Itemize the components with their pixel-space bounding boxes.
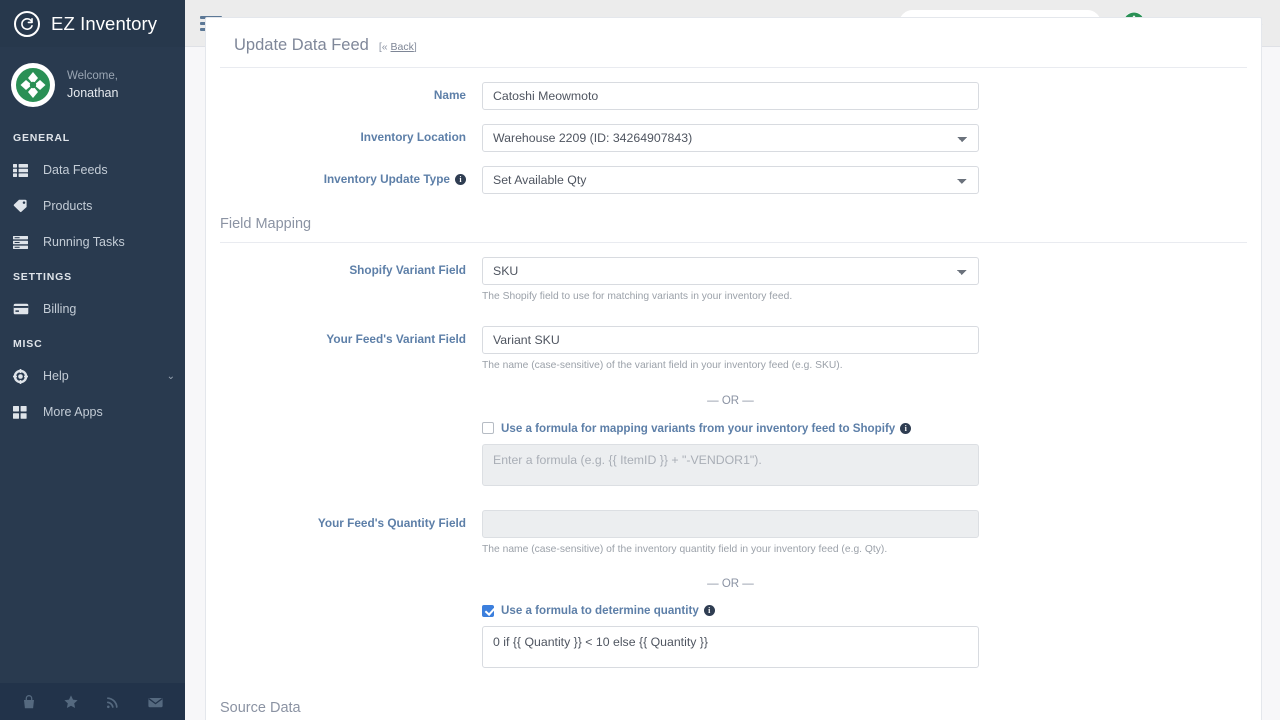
grid-apps-icon — [13, 404, 31, 420]
feed-variant-field-helper: The name (case-sensitive) of the variant… — [482, 360, 843, 372]
sidebar-item-label: Billing — [43, 302, 77, 316]
form-row-shopify-variant-field: Shopify Variant Field SKU The Shopify fi… — [206, 257, 1261, 304]
sidebar-item-billing[interactable]: Billing — [0, 291, 185, 327]
brand-title: EZ Inventory — [51, 12, 158, 34]
welcome-username: Jonathan — [67, 86, 119, 101]
info-icon[interactable]: i — [455, 174, 466, 186]
source-data-section-title: Source Data — [220, 700, 1247, 720]
welcome-greeting: Welcome, — [67, 69, 118, 82]
tag-icon — [13, 198, 31, 214]
sidebar-item-products[interactable]: Products — [0, 188, 185, 224]
avatar — [11, 63, 55, 107]
quantity-formula-checkbox[interactable] — [482, 604, 494, 617]
quantity-formula-checkbox-row: Use a formula to determine quantity i — [206, 604, 1261, 617]
shopify-variant-field-label: Shopify Variant Field — [349, 263, 466, 277]
star-icon[interactable] — [63, 694, 79, 710]
shopify-variant-field-select[interactable]: SKU — [482, 257, 979, 285]
back-bracket-open: [« — [378, 41, 391, 53]
lifebuoy-icon — [13, 368, 31, 384]
variant-formula-checkbox-row: Use a formula for mapping variants from … — [206, 422, 1261, 435]
form-row-inventory-update-type: Inventory Update Type i Set Available Qty — [206, 166, 1261, 194]
variant-formula-checkbox-label: Use a formula for mapping variants from … — [501, 421, 896, 435]
shopping-bag-icon[interactable] — [21, 694, 37, 710]
feed-variant-field-input[interactable] — [482, 326, 979, 355]
sidebar-user-block[interactable]: Welcome, Jonathan — [0, 47, 185, 121]
list-grid-icon — [13, 162, 31, 178]
main-area: Go Highview Test 003 ⌄ — [185, 0, 1280, 720]
sidebar-section-general: GENERAL — [13, 132, 70, 144]
sidebar-item-running-tasks[interactable]: Running Tasks — [0, 224, 185, 260]
sidebar-item-data-feeds[interactable]: Data Feeds — [0, 152, 185, 188]
sidebar-item-label: Running Tasks — [43, 235, 125, 249]
inventory-location-select[interactable]: Warehouse 2209 (ID: 34264907843) — [482, 124, 979, 152]
feed-quantity-field-label: Your Feed's Quantity Field — [317, 515, 466, 530]
inventory-update-type-label: Inventory Update Type i — [220, 166, 482, 187]
form-row-feed-variant-field: Your Feed's Variant Field The name (case… — [206, 326, 1261, 373]
or-divider-variant: — OR — — [206, 395, 1261, 407]
name-label: Name — [433, 88, 466, 102]
feed-quantity-field-helper: The name (case-sensitive) of the invento… — [482, 543, 888, 555]
feed-quantity-field-input[interactable] — [482, 509, 979, 538]
sidebar-item-label: Help — [43, 369, 69, 383]
variant-formula-checkbox[interactable] — [482, 422, 494, 435]
name-input[interactable] — [482, 82, 979, 110]
inventory-location-label: Inventory Location — [360, 130, 466, 144]
back-navigation: [« Back] — [379, 41, 417, 53]
back-link[interactable]: Back — [391, 41, 414, 53]
rss-icon[interactable] — [105, 694, 121, 710]
or-label: — OR — — [707, 394, 754, 407]
sidebar-brand[interactable]: EZ Inventory — [0, 0, 185, 47]
sidebar-item-more-apps[interactable]: More Apps — [0, 394, 185, 430]
form-row-name: Name — [206, 82, 1261, 110]
field-mapping-section-title: Field Mapping — [220, 216, 1247, 243]
chevron-down-icon[interactable]: ⌄ — [167, 371, 175, 382]
inventory-update-type-select[interactable]: Set Available Qty — [482, 166, 979, 194]
sidebar: EZ Inventory Welcome, Jonathan GENERAL D… — [0, 0, 185, 720]
or-divider-quantity: — OR — — [206, 578, 1261, 590]
back-bracket-close: ] — [413, 41, 417, 53]
form-row-variant-formula — [206, 443, 1261, 491]
shopify-variant-field-helper: The Shopify field to use for matching va… — [482, 291, 793, 302]
credit-card-icon — [13, 301, 31, 317]
sidebar-item-label: Data Feeds — [43, 163, 108, 177]
form-row-inventory-location: Inventory Location Warehouse 2209 (ID: 3… — [206, 124, 1261, 152]
quantity-formula-checkbox-label: Use a formula to determine quantity — [501, 604, 699, 618]
info-icon[interactable]: i — [703, 605, 715, 617]
envelope-icon[interactable] — [147, 694, 164, 710]
sidebar-item-help[interactable]: Help ⌄ — [0, 358, 185, 394]
quantity-formula-textarea[interactable]: 0 if {{ Quantity }} < 10 else {{ Quantit… — [482, 626, 979, 669]
info-icon[interactable]: i — [900, 422, 912, 434]
sidebar-item-label: Products — [43, 199, 93, 213]
inventory-update-type-label-text: Inventory Update Type — [323, 172, 450, 186]
tasks-icon — [13, 234, 31, 250]
sidebar-section-misc: MISC — [13, 338, 43, 350]
or-label: — OR — — [707, 578, 754, 591]
variant-formula-textarea[interactable] — [482, 443, 979, 486]
feed-variant-field-label: Your Feed's Variant Field — [326, 332, 466, 347]
card-header: Update Data Feed [« Back] — [220, 18, 1247, 68]
form-row-feed-quantity-field: Your Feed's Quantity Field The name (cas… — [206, 509, 1261, 557]
form-row-quantity-formula: 0 if {{ Quantity }} < 10 else {{ Quantit… — [206, 626, 1261, 673]
sidebar-item-label: More Apps — [43, 405, 103, 419]
sidebar-section-settings: SETTINGS — [13, 271, 72, 283]
sidebar-footer — [0, 683, 185, 720]
page-title: Update Data Feed — [234, 36, 369, 54]
update-data-feed-card: Update Data Feed [« Back] Name Inventory… — [205, 17, 1262, 720]
app-root: EZ Inventory Welcome, Jonathan GENERAL D… — [0, 0, 1280, 720]
refresh-circle-icon — [14, 10, 40, 37]
